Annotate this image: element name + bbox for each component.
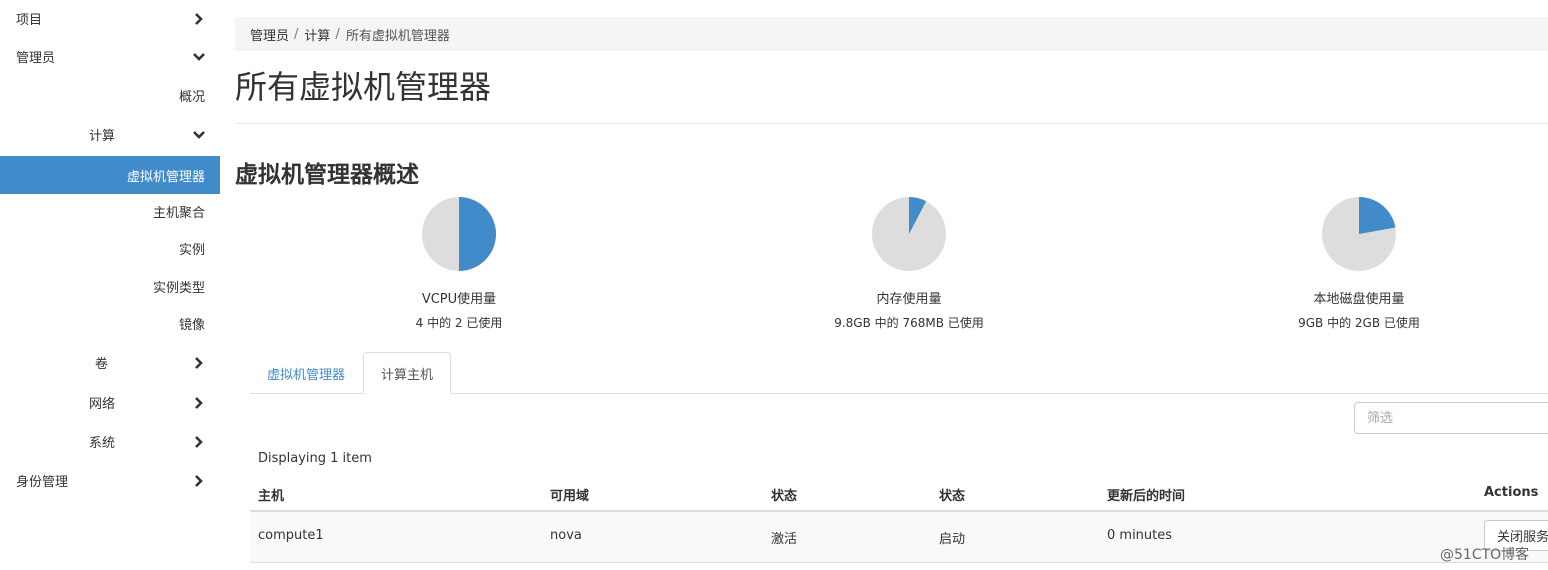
sidebar: 项目 管理员 概况 计算 虚拟机管理器 主机聚合 实例 实例类型 镜像 卷 网络… xyxy=(0,0,220,570)
cell-zone: nova xyxy=(550,528,582,543)
breadcrumb: 管理员 / 计算 / 所有虚拟机管理器 xyxy=(235,17,1548,51)
sidebar-item-label: 身份管理 xyxy=(16,475,69,490)
pie-label: 本地磁盘使用量 xyxy=(1313,292,1405,307)
breadcrumb-separator: / xyxy=(294,26,299,42)
tab-compute-host[interactable]: 计算主机 xyxy=(363,352,452,394)
column-header-status[interactable]: 状态 xyxy=(771,485,797,504)
cell-host: compute1 xyxy=(258,528,324,543)
section-title: 虚拟机管理器概述 xyxy=(235,162,419,188)
sidebar-item-system[interactable]: 系统 xyxy=(0,423,220,460)
pie-chart xyxy=(422,197,496,271)
sidebar-item-label: 管理员 xyxy=(16,51,56,66)
sidebar-item-volumes[interactable]: 卷 xyxy=(0,344,220,381)
chevron-down-icon xyxy=(192,50,206,64)
pie-disk: 本地磁盘使用量 9GB 中的 2GB 已使用 xyxy=(1229,196,1489,331)
chevron-right-icon xyxy=(192,396,206,410)
tab-hypervisor[interactable]: 虚拟机管理器 xyxy=(250,352,362,394)
item-count: Displaying 1 item xyxy=(258,451,372,466)
breadcrumb-current: 所有虚拟机管理器 xyxy=(345,28,450,44)
pie-subtext: 4 中的 2 已使用 xyxy=(415,316,503,330)
table-row: compute1 nova 激活 启动 0 minutes 关闭服务 xyxy=(250,512,1548,563)
column-header-actions: Actions xyxy=(1484,485,1539,500)
sidebar-item-label: 项目 xyxy=(16,13,43,28)
breadcrumb-separator: / xyxy=(335,26,340,42)
pie-subtext: 9.8GB 中的 768MB 已使用 xyxy=(834,316,984,330)
sidebar-item-admin[interactable]: 管理员 xyxy=(0,38,220,75)
sidebar-item-overview[interactable]: 概况 xyxy=(0,77,220,114)
pie-vcpu: VCPU使用量 4 中的 2 已使用 xyxy=(329,196,589,331)
sidebar-item-project[interactable]: 项目 xyxy=(0,0,220,37)
pie-memory: 内存使用量 9.8GB 中的 768MB 已使用 xyxy=(779,196,1039,331)
breadcrumb-admin[interactable]: 管理员 xyxy=(250,25,289,44)
watermark: @51CTO博客 xyxy=(1440,547,1530,563)
sidebar-item-label: 虚拟机管理器 xyxy=(126,169,205,185)
title-divider xyxy=(235,123,1548,124)
sidebar-item-label: 卷 xyxy=(95,357,109,372)
sidebar-item-host-aggregates[interactable]: 主机聚合 xyxy=(0,193,220,230)
sidebar-item-instances[interactable]: 实例 xyxy=(0,230,220,267)
chevron-right-icon xyxy=(192,12,206,26)
pie-label: 内存使用量 xyxy=(876,292,942,307)
sidebar-item-identity[interactable]: 身份管理 xyxy=(0,462,220,499)
sidebar-item-label: 概况 xyxy=(178,90,205,105)
filter-input[interactable] xyxy=(1354,402,1548,434)
sidebar-item-label: 计算 xyxy=(89,129,116,144)
sidebar-item-hypervisors[interactable]: 虚拟机管理器 xyxy=(0,156,220,194)
table-header: 主机 可用域 状态 状态 更新后的时间 Actions xyxy=(250,476,1548,512)
sidebar-item-label: 镜像 xyxy=(178,318,205,333)
sidebar-item-label: 实例类型 xyxy=(152,281,205,296)
chevron-right-icon xyxy=(192,356,206,370)
compute-hosts-table: 主机 可用域 状态 状态 更新后的时间 Actions compute1 nov… xyxy=(250,476,1548,563)
sidebar-item-label: 网络 xyxy=(89,397,116,412)
chevron-right-icon xyxy=(192,474,206,488)
cell-status: 激活 xyxy=(771,532,798,547)
chevron-right-icon xyxy=(192,435,206,449)
sidebar-item-label: 实例 xyxy=(178,243,205,258)
chevron-down-icon xyxy=(192,128,206,142)
cell-updated: 0 minutes xyxy=(1107,528,1173,543)
sidebar-item-images[interactable]: 镜像 xyxy=(0,305,220,342)
pie-subtext: 9GB 中的 2GB 已使用 xyxy=(1298,316,1420,330)
pie-label: VCPU使用量 xyxy=(421,292,497,307)
column-header-zone[interactable]: 可用域 xyxy=(550,485,589,504)
sidebar-item-compute[interactable]: 计算 xyxy=(0,116,220,153)
pie-chart xyxy=(872,197,946,271)
sidebar-item-label: 主机聚合 xyxy=(152,206,205,221)
sidebar-item-flavors[interactable]: 实例类型 xyxy=(0,268,220,305)
column-header-host[interactable]: 主机 xyxy=(258,485,284,504)
column-header-state[interactable]: 状态 xyxy=(939,485,965,504)
pie-used-slice xyxy=(1359,197,1396,234)
pie-chart xyxy=(1322,197,1396,271)
pie-used-slice xyxy=(459,197,496,271)
sidebar-item-network[interactable]: 网络 xyxy=(0,384,220,421)
breadcrumb-compute[interactable]: 计算 xyxy=(304,25,330,44)
column-header-updated[interactable]: 更新后的时间 xyxy=(1107,485,1185,504)
sidebar-item-label: 系统 xyxy=(89,436,116,451)
cell-state: 启动 xyxy=(939,532,966,547)
page-title: 所有虚拟机管理器 xyxy=(235,68,492,106)
